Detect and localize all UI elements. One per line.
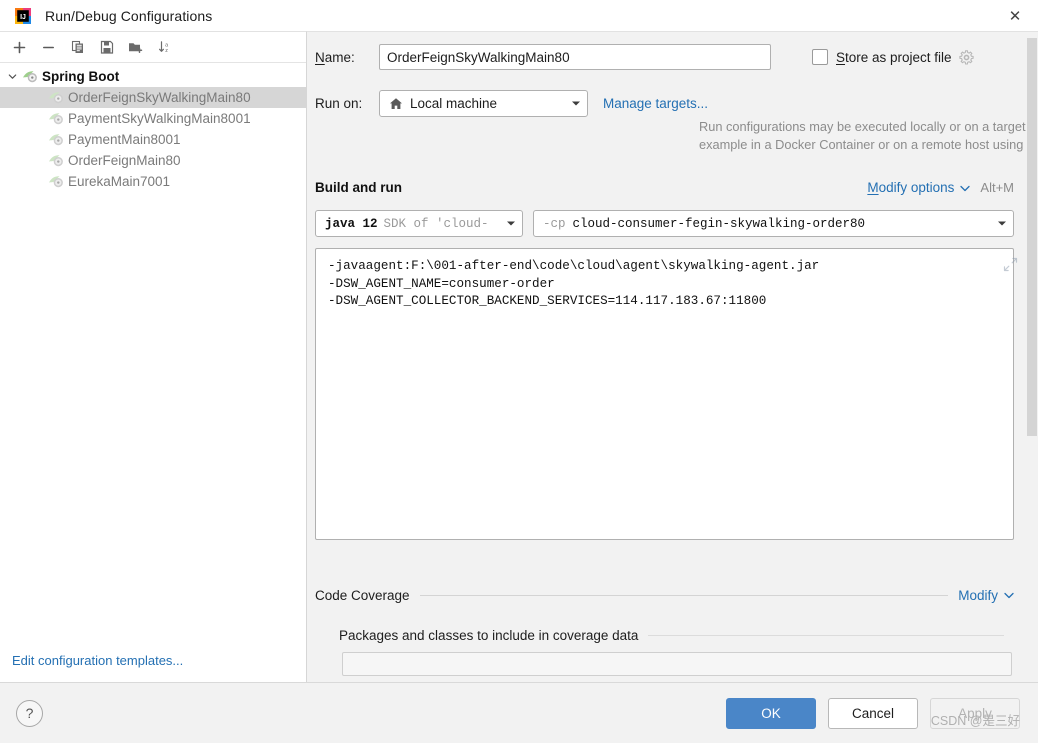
spring-boot-icon	[48, 90, 65, 105]
tree-item-paymentmain8001[interactable]: PaymentMain8001	[0, 129, 306, 150]
code-coverage-modify-link[interactable]: Modify	[958, 588, 998, 603]
sort-az-button[interactable]: a z	[150, 34, 179, 60]
build-and-run-title: Build and run	[315, 180, 402, 195]
tree-group-label: Spring Boot	[42, 69, 120, 84]
cancel-button[interactable]: Cancel	[828, 697, 918, 729]
store-as-project-file-label: Store as project file	[836, 49, 952, 65]
store-as-project-file-group[interactable]: Store as project file	[812, 49, 974, 65]
chevron-down-icon[interactable]	[960, 180, 971, 195]
title-bar: IJ Run/Debug Configurations ✕	[0, 0, 1038, 31]
coverage-packages-input[interactable]	[342, 652, 1012, 676]
build-and-run-header: Build and run Modify options Alt+M	[315, 180, 1014, 195]
run-on-dropdown[interactable]: Local machine	[379, 90, 588, 117]
run-on-hint: Run configurations may be executed local…	[699, 118, 1038, 154]
tree-item-label: PaymentSkyWalkingMain8001	[68, 111, 251, 126]
run-on-hint-line1: Run configurations may be executed local…	[699, 119, 1038, 134]
spring-boot-icon	[22, 69, 39, 84]
dialog-buttons: OK Cancel Apply	[714, 697, 1020, 729]
run-debug-configurations-dialog: IJ Run/Debug Configurations ✕ a z Spring…	[0, 0, 1038, 743]
spring-boot-icon	[48, 132, 65, 147]
configurations-pane: a z Spring Boot OrderFeignSkyWalkingMain…	[0, 31, 307, 682]
remove-configuration-button[interactable]	[34, 34, 63, 60]
add-configuration-button[interactable]	[5, 34, 34, 60]
dialog-footer: ? OK Cancel Apply CSDN @是三好	[0, 682, 1038, 743]
name-row: Name: OrderFeignSkyWalkingMain80 Store a…	[315, 44, 1014, 70]
tree-group-spring-boot[interactable]: Spring Boot	[0, 66, 306, 87]
build-and-run-actions: Modify options Alt+M	[867, 180, 1014, 195]
jdk-dropdown[interactable]: java 12 SDK of 'cloud-	[315, 210, 523, 237]
run-on-row: Run on: Local machine Manage targets...	[315, 90, 708, 117]
intellij-idea-logo-icon: IJ	[15, 7, 31, 24]
svg-text:z: z	[165, 48, 168, 54]
modify-options-link[interactable]: Modify options	[867, 180, 954, 195]
coverage-packages-header: Packages and classes to include in cover…	[339, 628, 1014, 643]
tree-item-label: PaymentMain8001	[68, 132, 181, 147]
code-coverage-title: Code Coverage	[315, 588, 410, 603]
tree-item-label: OrderFeignMain80	[68, 153, 181, 168]
run-on-label: Run on:	[315, 96, 363, 111]
section-divider	[648, 635, 1004, 636]
jdk-name: java 12	[325, 216, 378, 231]
configurations-tree: Spring Boot OrderFeignSkyWalkingMain80 P…	[0, 63, 306, 682]
gear-icon[interactable]	[958, 49, 974, 65]
svg-text:IJ: IJ	[20, 14, 26, 21]
vm-options-textarea[interactable]: -javaagent:F:\001-after-end\code\cloud\a…	[315, 248, 1014, 540]
window-title: Run/Debug Configurations	[45, 7, 213, 24]
coverage-packages-title: Packages and classes to include in cover…	[339, 628, 639, 643]
name-label: Name:	[315, 49, 355, 65]
chevron-down-icon[interactable]	[2, 72, 22, 81]
copy-configuration-button[interactable]	[63, 34, 92, 60]
expand-arrows-icon[interactable]	[1003, 257, 1018, 272]
code-coverage-header: Code Coverage Modify	[315, 588, 1014, 603]
tree-item-paymentskywalkingmain8001[interactable]: PaymentSkyWalkingMain8001	[0, 108, 306, 129]
tree-item-label: OrderFeignSkyWalkingMain80	[68, 90, 251, 105]
save-configuration-button[interactable]	[92, 34, 121, 60]
new-folder-button[interactable]	[121, 34, 150, 60]
run-on-hint-line2: example in a Docker Container or on a re…	[699, 137, 1038, 152]
edit-configuration-templates-link[interactable]: Edit configuration templates...	[12, 653, 183, 668]
tree-item-eurekamain7001[interactable]: EurekaMain7001	[0, 171, 306, 192]
classpath-module-dropdown[interactable]: -cp cloud-consumer-fegin-skywalking-orde…	[533, 210, 1014, 237]
close-icon[interactable]: ✕	[992, 0, 1038, 31]
tree-item-orderfeignmain80[interactable]: OrderFeignMain80	[0, 150, 306, 171]
editor-vertical-scrollbar[interactable]	[1026, 32, 1038, 682]
configurations-toolbar: a z	[0, 32, 306, 63]
help-button[interactable]: ?	[16, 699, 43, 727]
apply-button: Apply	[930, 697, 1020, 729]
name-input[interactable]: OrderFeignSkyWalkingMain80	[379, 44, 771, 70]
chevron-down-icon[interactable]	[496, 219, 516, 229]
build-combos-row: java 12 SDK of 'cloud- -cp cloud-consume…	[315, 210, 1014, 237]
jdk-description: SDK of 'cloud-	[383, 216, 489, 231]
dialog-body: a z Spring Boot OrderFeignSkyWalkingMain…	[0, 31, 1038, 682]
classpath-module-value: cloud-consumer-fegin-skywalking-order80	[572, 216, 866, 231]
spring-boot-icon	[48, 153, 65, 168]
configuration-editor-pane: Name: OrderFeignSkyWalkingMain80 Store a…	[307, 31, 1038, 682]
store-as-project-file-checkbox[interactable]	[812, 49, 828, 65]
manage-targets-link[interactable]: Manage targets...	[603, 96, 708, 111]
scrollbar-thumb[interactable]	[1027, 38, 1037, 436]
tree-item-label: EurekaMain7001	[68, 174, 171, 189]
spring-boot-icon	[48, 174, 65, 189]
home-icon	[389, 97, 403, 111]
run-on-value: Local machine	[410, 96, 498, 111]
tree-item-orderfeignskywalkingmain80[interactable]: OrderFeignSkyWalkingMain80	[0, 87, 306, 108]
chevron-down-icon[interactable]	[561, 99, 581, 109]
chevron-down-icon[interactable]	[1004, 592, 1014, 599]
classpath-flag: -cp	[543, 216, 566, 231]
chevron-down-icon[interactable]	[987, 219, 1007, 229]
editor-scroll-content: Name: OrderFeignSkyWalkingMain80 Store a…	[307, 32, 1038, 682]
section-divider	[419, 595, 949, 596]
ok-button[interactable]: OK	[726, 697, 816, 729]
modify-options-shortcut: Alt+M	[980, 180, 1014, 195]
spring-boot-icon	[48, 111, 65, 126]
